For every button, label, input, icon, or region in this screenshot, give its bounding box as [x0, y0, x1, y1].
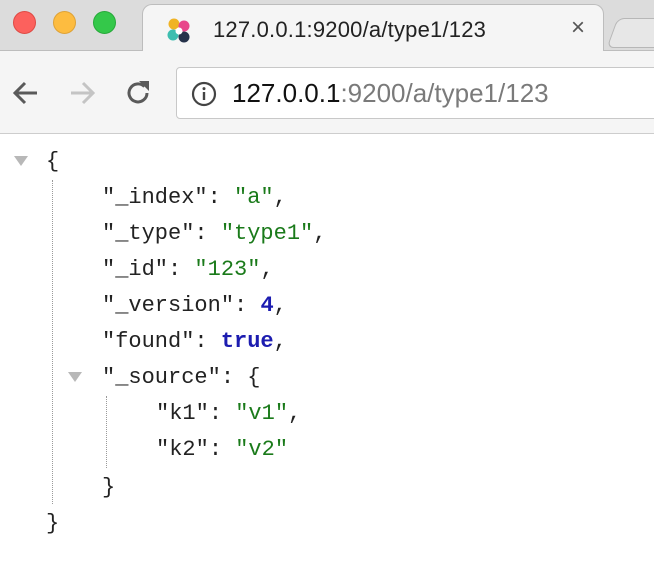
json-value: true: [220, 329, 274, 354]
json-row-found: "found": true,: [102, 329, 287, 354]
json-key: "k1": [156, 401, 209, 426]
json-row-index: "_index": "a",: [102, 185, 287, 210]
browser-toolbar: 127.0.0.1:9200/a/type1/123: [0, 51, 654, 134]
url-host: 127.0.0.1: [232, 78, 341, 108]
json-value: "123": [194, 257, 261, 282]
forward-arrow-icon[interactable]: [66, 77, 98, 109]
json-viewer: { "_index": "a", "_type": "type1", "_id"…: [0, 134, 654, 568]
json-row-type: "_type": "type1",: [102, 221, 327, 246]
json-row-id: "_id": "123",: [102, 257, 274, 282]
tab-close-icon[interactable]: ×: [571, 16, 585, 40]
collapse-root-toggle-icon[interactable]: [14, 156, 28, 166]
json-value: "v2": [235, 437, 289, 462]
root-close-brace: }: [46, 511, 60, 536]
tab-strip: 127.0.0.1:9200/a/type1/123 ×: [0, 0, 654, 51]
json-key: "_index": [102, 185, 208, 210]
json-value: 4: [260, 293, 274, 318]
elasticsearch-favicon-icon: [167, 18, 190, 43]
window-minimize-button[interactable]: [53, 11, 76, 34]
json-row-version: "_version": 4,: [102, 293, 287, 318]
back-arrow-icon[interactable]: [10, 77, 42, 109]
url-path: :9200/a/type1/123: [340, 78, 549, 108]
new-tab-button[interactable]: [606, 18, 654, 48]
window-close-button[interactable]: [13, 11, 36, 34]
json-value: "v1": [235, 401, 289, 426]
json-key: "found": [102, 329, 195, 354]
json-value: "type1": [220, 221, 314, 246]
url-text: 127.0.0.1:9200/a/type1/123: [232, 78, 549, 109]
json-key: "k2": [156, 437, 209, 462]
source-close-brace: }: [102, 475, 116, 500]
json-key: "_type": [102, 221, 195, 246]
json-row-k2: "k2": "v2": [156, 437, 289, 462]
address-bar[interactable]: 127.0.0.1:9200/a/type1/123: [176, 67, 654, 119]
root-open-brace: {: [46, 149, 60, 174]
json-key: "_source": [102, 365, 221, 390]
active-tab[interactable]: 127.0.0.1:9200/a/type1/123 ×: [142, 4, 604, 51]
tab-title: 127.0.0.1:9200/a/type1/123: [213, 17, 487, 42]
json-row-source: "_source": {: [102, 365, 261, 390]
json-value: "a": [234, 185, 274, 210]
collapse-source-toggle-icon[interactable]: [68, 372, 82, 382]
window-maximize-button[interactable]: [93, 11, 116, 34]
json-key: "_id": [102, 257, 169, 282]
json-key: "_version": [102, 293, 235, 318]
info-icon[interactable]: [191, 81, 217, 107]
source-guide-line: [106, 396, 107, 468]
json-row-k1: "k1": "v1",: [156, 401, 302, 426]
reload-icon[interactable]: [122, 77, 154, 109]
root-guide-line: [52, 180, 53, 504]
